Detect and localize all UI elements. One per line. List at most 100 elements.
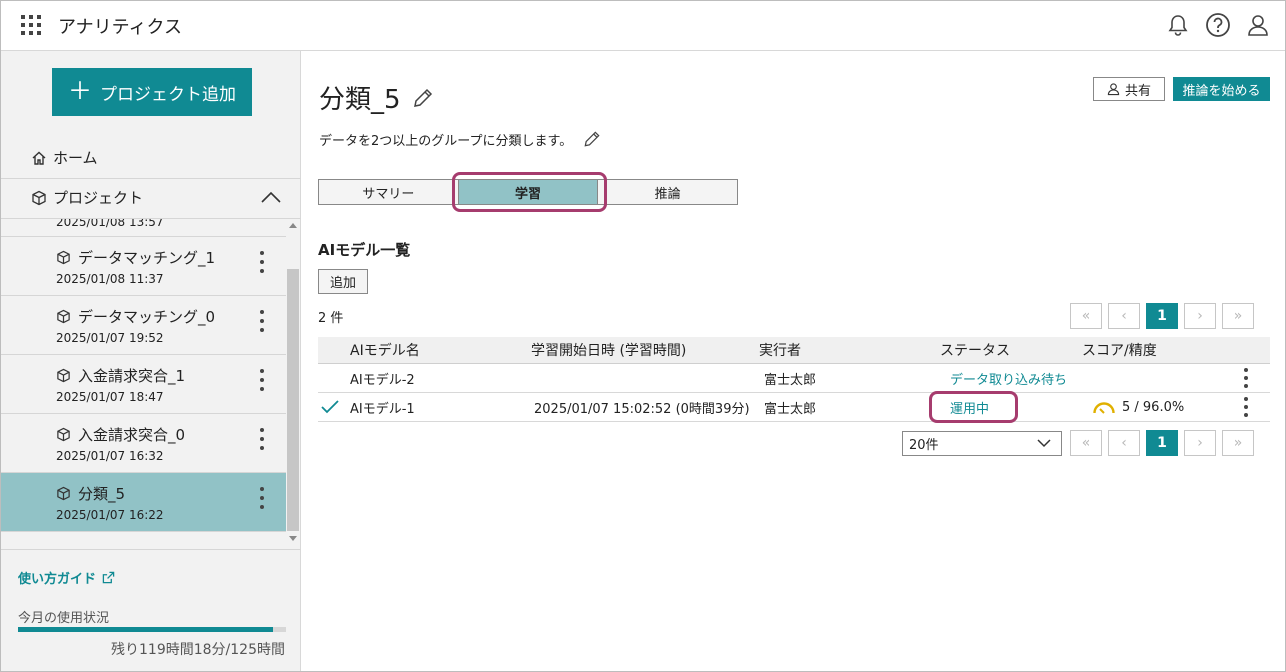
table-row[interactable]: AIモデル-2 富士太郎 データ取り込み待ち	[318, 364, 1270, 393]
project-name: データマッチング_1	[78, 249, 216, 267]
project-name: データマッチング_0	[78, 308, 216, 326]
sidebar-item-project: プロジェクト	[31, 187, 143, 208]
model-runner: 富士太郎	[764, 372, 817, 388]
sidebar-item-home[interactable]: ホーム	[31, 147, 98, 168]
sidebar-item-home-label: ホーム	[53, 149, 98, 167]
usage-progress-bar	[18, 627, 286, 632]
scroll-up-arrow-icon[interactable]	[289, 223, 297, 228]
app-launcher-grid-icon[interactable]	[21, 15, 41, 35]
more-vertical-icon[interactable]	[256, 485, 268, 511]
first-page-button[interactable]: «	[1070, 430, 1102, 456]
project-list-item[interactable]: 入金請求突合_0 2025/01/07 16:32	[1, 414, 286, 473]
tab-summary[interactable]: サマリー	[319, 180, 458, 204]
more-vertical-icon[interactable]	[256, 249, 268, 275]
section-title: AIモデル一覧	[318, 241, 411, 259]
usage-progress-fill	[18, 627, 274, 632]
more-vertical-icon[interactable]	[1240, 396, 1252, 418]
project-date: 2025/01/07 16:32	[56, 449, 164, 463]
usage-guide-link[interactable]: 使い方ガイド	[18, 568, 115, 587]
share-button[interactable]: 共有	[1093, 77, 1165, 101]
header-icons	[1165, 12, 1271, 38]
table-header: AIモデル名 学習開始日時 (学習時間) 実行者 ステータス スコア/精度	[318, 337, 1270, 364]
next-page-button[interactable]: ›	[1184, 303, 1216, 329]
cube-icon	[57, 250, 70, 265]
tab-training[interactable]: 学習	[457, 180, 598, 204]
user-icon[interactable]	[1245, 12, 1271, 38]
add-project-button[interactable]: ＋ プロジェクト追加	[52, 68, 252, 116]
add-model-button[interactable]: 追加	[318, 269, 368, 294]
per-page-select[interactable]: 20件	[902, 431, 1062, 456]
project-list: 2025/01/08 13:57 データマッチング_1 2025/01/08 1…	[1, 219, 286, 539]
home-icon	[32, 151, 46, 165]
usage-remaining: 残り119時間18分/125時間	[111, 642, 285, 658]
item-count: 2 件	[318, 311, 344, 326]
project-date: 2025/01/08 13:57	[56, 219, 164, 229]
cube-icon	[57, 368, 70, 383]
app-title: アナリティクス	[58, 17, 183, 38]
project-list-item-active[interactable]: 分類_5 2025/01/07 16:22	[1, 473, 286, 532]
cube-icon	[57, 427, 70, 442]
checkmark-icon	[321, 400, 339, 414]
more-vertical-icon[interactable]	[1240, 367, 1252, 389]
scrollbar-thumb[interactable]	[287, 269, 299, 531]
page-description: データを2つ以上のグループに分類します。	[319, 133, 573, 149]
sidebar-item-project-label: プロジェクト	[53, 189, 144, 207]
page-description-row: データを2つ以上のグループに分類します。	[319, 129, 602, 149]
next-page-button[interactable]: ›	[1184, 430, 1216, 456]
first-page-button[interactable]: «	[1070, 303, 1102, 329]
project-list-item[interactable]: データマッチング_1 2025/01/08 11:37	[1, 237, 286, 296]
column-header-name: AIモデル名	[350, 343, 420, 359]
divider	[1, 549, 301, 550]
external-link-icon	[102, 571, 115, 584]
more-vertical-icon[interactable]	[256, 308, 268, 334]
plus-icon: ＋	[68, 77, 92, 105]
last-page-button[interactable]: »	[1222, 430, 1254, 456]
pagination: « ‹ 1 › »	[1070, 303, 1254, 329]
app-window: アナリティクス ＋ プロジェクト追加 ホーム プロジェクト 2025/01/08…	[0, 0, 1286, 672]
chevron-down-icon	[1037, 439, 1051, 448]
prev-page-button[interactable]: ‹	[1108, 303, 1140, 329]
project-date: 2025/01/07 16:22	[56, 508, 164, 522]
table-row[interactable]: AIモデル-1 2025/01/07 15:02:52 (0時間39分) 富士太…	[318, 393, 1270, 422]
model-name: AIモデル-2	[350, 372, 415, 388]
more-vertical-icon[interactable]	[256, 426, 268, 452]
top-bar: アナリティクス	[1, 1, 1285, 51]
chevron-up-icon[interactable]	[259, 187, 283, 207]
divider	[1, 178, 301, 179]
project-list-item[interactable]: 入金請求突合_1 2025/01/07 18:47	[1, 355, 286, 414]
project-date: 2025/01/08 11:37	[56, 272, 164, 286]
model-status-link[interactable]: データ取り込み待ち	[950, 369, 1067, 388]
column-header-runner: 実行者	[759, 343, 801, 359]
model-status-link[interactable]: 運用中	[950, 398, 989, 417]
project-list-item[interactable]: 2025/01/08 13:57	[1, 219, 286, 237]
scroll-down-arrow-icon[interactable]	[289, 536, 297, 541]
column-header-status: ステータス	[940, 343, 1010, 359]
prev-page-button[interactable]: ‹	[1108, 430, 1140, 456]
project-list-item[interactable]: データマッチング_0 2025/01/07 19:52	[1, 296, 286, 355]
pencil-icon[interactable]	[582, 129, 602, 149]
tab-inference[interactable]: 推論	[597, 180, 738, 204]
project-date: 2025/01/07 18:47	[56, 390, 164, 404]
per-page-value: 20件	[909, 438, 939, 453]
bell-icon[interactable]	[1165, 12, 1191, 38]
tab-bar: サマリー 学習 推論	[318, 179, 738, 205]
usage-guide-label: 使い方ガイド	[18, 572, 97, 587]
cube-icon	[32, 190, 46, 205]
model-name: AIモデル-1	[350, 401, 415, 417]
start-inference-button[interactable]: 推論を始める	[1173, 77, 1270, 101]
more-vertical-icon[interactable]	[256, 367, 268, 393]
column-header-score: スコア/精度	[1082, 343, 1157, 359]
pagination: « ‹ 1 › »	[1070, 430, 1254, 456]
model-table: AIモデル名 学習開始日時 (学習時間) 実行者 ステータス スコア/精度 AI…	[318, 337, 1270, 422]
last-page-button[interactable]: »	[1222, 303, 1254, 329]
page-title-row: 分類_5	[319, 79, 435, 116]
share-label: 共有	[1124, 83, 1151, 99]
cube-icon	[57, 309, 70, 324]
sidebar: ＋ プロジェクト追加 ホーム プロジェクト 2025/01/08 13:57 デ…	[1, 51, 301, 671]
page-number-button[interactable]: 1	[1146, 303, 1178, 329]
pencil-icon[interactable]	[411, 86, 435, 110]
help-icon[interactable]	[1205, 12, 1231, 38]
user-icon	[1107, 83, 1120, 96]
page-number-button[interactable]: 1	[1146, 430, 1178, 456]
page-title: 分類_5	[319, 85, 401, 115]
